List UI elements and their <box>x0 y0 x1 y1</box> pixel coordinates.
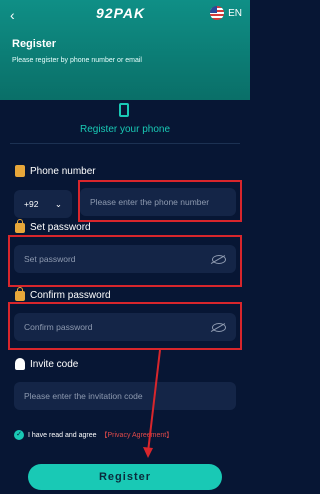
page-subtitle: Please register by phone number or email <box>12 57 142 64</box>
confirm-label: Confirm password <box>30 290 111 301</box>
invite-label: Invite code <box>30 358 79 370</box>
chevron-down-icon: ⌄ <box>54 198 62 209</box>
invite-code-input[interactable]: Please enter the invitation code <box>14 382 236 410</box>
annotation-box-confirm <box>8 302 242 350</box>
tab-register-phone[interactable]: Register your phone <box>0 124 250 135</box>
lock-icon <box>15 218 25 233</box>
agreement-text: I have read and agree <box>28 431 97 439</box>
page-title: Register <box>12 38 57 50</box>
phone-icon <box>119 103 129 117</box>
annotation-box-password <box>8 235 242 287</box>
phone-label: Phone number <box>30 165 96 177</box>
register-button[interactable]: Register <box>28 464 222 490</box>
tab-divider <box>10 143 240 144</box>
header-banner: ‹ 92PAK EN Register Please register by p… <box>0 0 250 100</box>
agreement-row[interactable]: ✓ I have read and agree 【Privacy Agreeme… <box>14 430 173 440</box>
lock-icon <box>15 286 25 301</box>
invite-placeholder: Please enter the invitation code <box>24 391 143 401</box>
back-icon[interactable]: ‹ <box>10 8 24 22</box>
language-label: EN <box>228 7 242 19</box>
country-code-select[interactable]: +92 ⌄ <box>14 190 72 218</box>
password-label: Set password <box>30 222 91 233</box>
country-code-value: +92 <box>24 199 39 209</box>
app-logo: 92PAK <box>96 5 146 21</box>
annotation-box-phone <box>78 180 242 222</box>
us-flag-icon <box>210 6 225 20</box>
language-selector[interactable]: EN <box>210 6 242 20</box>
checkmark-icon[interactable]: ✓ <box>14 430 24 440</box>
phone-label-icon <box>15 165 25 177</box>
confirm-label-row: Confirm password <box>15 286 111 301</box>
user-icon <box>15 358 25 370</box>
password-label-row: Set password <box>15 218 91 233</box>
phone-label-row: Phone number <box>15 165 96 177</box>
invite-label-row: Invite code <box>15 358 78 370</box>
privacy-agreement-link[interactable]: 【Privacy Agreement】 <box>101 430 174 440</box>
